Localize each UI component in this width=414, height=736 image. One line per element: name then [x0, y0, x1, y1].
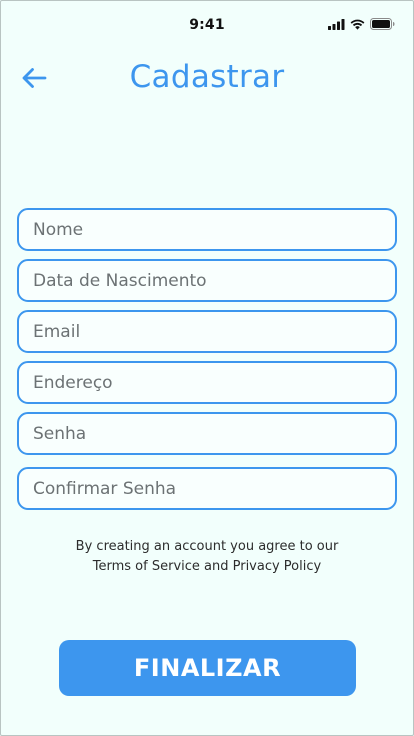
signup-form: [17, 208, 397, 510]
status-icons: [328, 17, 395, 31]
terms-line-1: By creating an account you agree to our: [75, 539, 339, 554]
terms-notice: By creating an account you agree to our …: [1, 537, 413, 577]
name-field[interactable]: [17, 208, 397, 251]
status-bar: 9:41: [1, 1, 413, 45]
terms-line-2: Terms of Service and Privacy Policy: [92, 559, 322, 574]
signal-icon: [328, 18, 345, 30]
finalize-button[interactable]: FINALIZAR: [59, 640, 356, 696]
email-field[interactable]: [17, 310, 397, 353]
page-title: Cadastrar: [129, 59, 285, 95]
birthdate-field[interactable]: [17, 259, 397, 302]
address-field[interactable]: [17, 361, 397, 404]
confirm-password-field[interactable]: [17, 467, 397, 510]
password-field[interactable]: [17, 412, 397, 455]
signup-screen: 9:41 Cadastrar Nome Data de Nascimento E…: [0, 0, 414, 736]
wifi-icon: [350, 19, 365, 30]
battery-icon: [370, 18, 395, 30]
